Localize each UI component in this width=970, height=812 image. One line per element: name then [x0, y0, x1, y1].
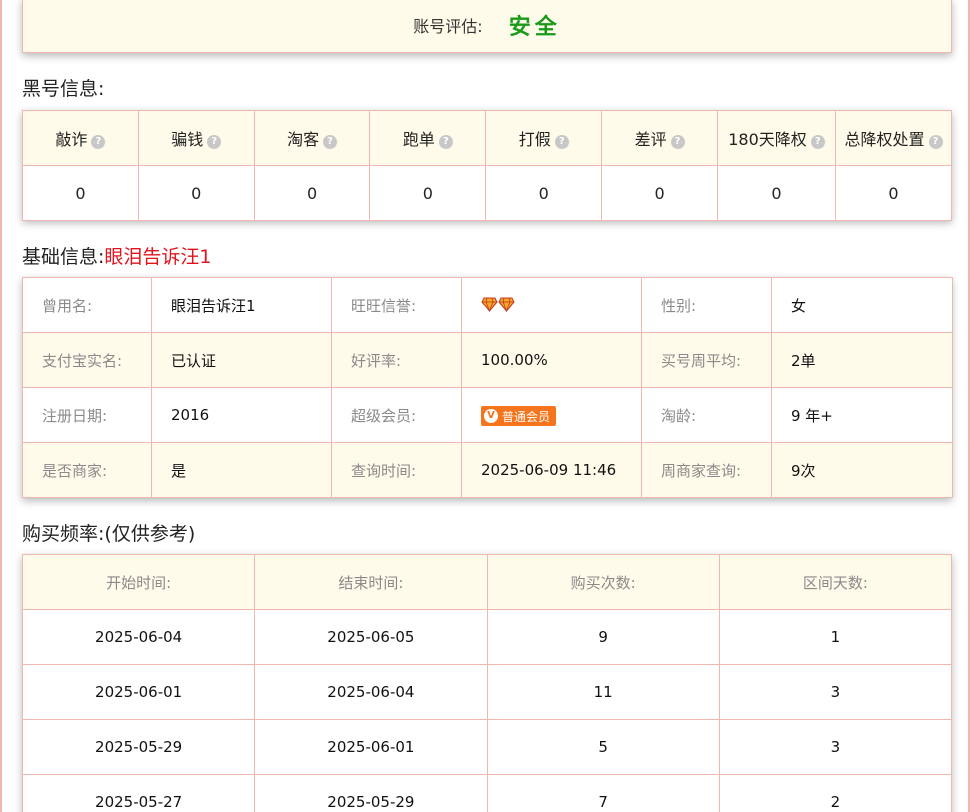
- info-label: 好评率:: [331, 332, 462, 388]
- table-cell: 2025-06-01: [21, 664, 256, 720]
- table-cell: 1: [718, 609, 953, 665]
- info-value: 已认证: [151, 332, 332, 388]
- black-header-cell: 总降权处置?: [835, 110, 952, 166]
- black-header-cell: 跑单?: [369, 110, 487, 166]
- black-header-cell: 180天降权?: [717, 110, 836, 166]
- table-cell: 2025-06-05: [254, 609, 488, 665]
- info-value: 2016: [151, 387, 332, 443]
- frequency-header-cell: 结束时间:: [254, 554, 488, 610]
- basic-info-row: 支付宝实名: 已认证 好评率: 100.00% 买号周平均: 2单: [22, 332, 953, 388]
- table-cell: 2025-06-04: [21, 609, 256, 665]
- credit-diamonds: [461, 277, 642, 333]
- info-value: 是: [151, 442, 332, 498]
- black-info-value-row: 0 0 0 0 0 0 0 0: [22, 165, 952, 221]
- info-value: 9次: [771, 442, 953, 498]
- info-value: 2单: [771, 332, 953, 388]
- black-header-cell: 差评?: [601, 110, 718, 166]
- help-icon[interactable]: ?: [323, 135, 338, 149]
- table-row: 2025-05-29 2025-06-01 5 3: [21, 719, 953, 775]
- diamond-icon: [498, 297, 515, 312]
- black-info-table: 敲诈? 骗钱? 淘客? 跑单? 打假? 差评? 180天降权? 总降权处置? 0…: [22, 110, 952, 221]
- info-label: 查询时间:: [331, 442, 462, 498]
- info-label: 超级会员:: [331, 387, 462, 443]
- black-header-cell: 淘客?: [253, 110, 371, 166]
- black-value-cell: 0: [137, 165, 255, 221]
- basic-info-table: 曾用名: 眼泪告诉汪1 旺旺信誉: 性别: 女 支付宝实名: 已认证 好评率: …: [22, 277, 953, 498]
- info-label: 淘龄:: [641, 387, 772, 443]
- table-cell: 2025-06-04: [254, 664, 488, 720]
- black-value-cell: 0: [485, 165, 603, 221]
- vip-badge: V 普通会员: [481, 406, 557, 426]
- black-value-cell: 0: [253, 165, 371, 221]
- table-cell: 2025-05-29: [21, 719, 256, 775]
- info-label: 注册日期:: [22, 387, 152, 443]
- help-icon[interactable]: ?: [810, 135, 825, 149]
- help-icon[interactable]: ?: [207, 135, 222, 149]
- black-info-header-row: 敲诈? 骗钱? 淘客? 跑单? 打假? 差评? 180天降权? 总降权处置?: [22, 110, 952, 166]
- info-label: 支付宝实名:: [22, 332, 152, 388]
- left-border-rule: [0, 0, 2, 812]
- basic-info-row: 曾用名: 眼泪告诉汪1 旺旺信誉: 性别: 女: [22, 277, 953, 333]
- info-label: 是否商家:: [22, 442, 152, 498]
- black-value-cell: 0: [717, 165, 836, 221]
- info-label: 买号周平均:: [641, 332, 772, 388]
- frequency-header-cell: 开始时间:: [21, 554, 256, 610]
- frequency-header-cell: 购买次数:: [486, 554, 720, 610]
- table-row: 2025-06-04 2025-06-05 9 1: [21, 609, 953, 665]
- black-value-cell: 0: [601, 165, 718, 221]
- info-label: 曾用名:: [22, 277, 152, 333]
- help-icon[interactable]: ?: [554, 135, 569, 149]
- black-value-cell: 0: [22, 165, 139, 221]
- help-icon[interactable]: ?: [670, 135, 685, 149]
- table-cell: 2025-05-27: [21, 774, 256, 812]
- table-cell: 5: [486, 719, 720, 775]
- black-header-cell: 敲诈?: [22, 110, 139, 166]
- table-cell: 11: [486, 664, 720, 720]
- info-value: 女: [771, 277, 953, 333]
- basic-info-row: 注册日期: 2016 超级会员: V 普通会员 淘龄: 9 年+: [22, 387, 953, 443]
- info-label: 旺旺信誉:: [331, 277, 462, 333]
- table-cell: 3: [718, 719, 953, 775]
- assessment-label: 账号评估:: [413, 17, 483, 36]
- diamond-icon: [481, 297, 498, 312]
- vip-cell: V 普通会员: [461, 387, 642, 443]
- black-header-cell: 骗钱?: [137, 110, 255, 166]
- info-label: 周商家查询:: [641, 442, 772, 498]
- info-value: 100.00%: [461, 332, 642, 388]
- info-value: 9 年+: [771, 387, 953, 443]
- table-cell: 7: [486, 774, 720, 812]
- black-header-cell: 打假?: [485, 110, 603, 166]
- table-cell: 2025-05-29: [254, 774, 488, 812]
- help-icon[interactable]: ?: [928, 135, 943, 149]
- table-cell: 2: [718, 774, 953, 812]
- info-value: 2025-06-09 11:46: [461, 442, 642, 498]
- frequency-header-row: 开始时间: 结束时间: 购买次数: 区间天数:: [21, 554, 953, 610]
- table-cell: 9: [486, 609, 720, 665]
- black-value-cell: 0: [369, 165, 487, 221]
- black-value-cell: 0: [835, 165, 952, 221]
- basic-info-row: 是否商家: 是 查询时间: 2025-06-09 11:46 周商家查询: 9次: [22, 442, 953, 498]
- table-cell: 3: [718, 664, 953, 720]
- info-value: 眼泪告诉汪1: [151, 277, 332, 333]
- purchase-frequency-table: 开始时间: 结束时间: 购买次数: 区间天数: 2025-06-04 2025-…: [21, 554, 953, 812]
- info-label: 性别:: [641, 277, 772, 333]
- black-info-title: 黑号信息:: [22, 78, 105, 100]
- account-assessment-bar: 账号评估: 安全: [22, 0, 952, 53]
- table-cell: 2025-06-01: [254, 719, 488, 775]
- help-icon[interactable]: ?: [91, 135, 106, 149]
- assessment-value: 安全: [508, 15, 561, 40]
- vip-icon: V: [484, 409, 498, 423]
- frequency-header-cell: 区间天数:: [718, 554, 953, 610]
- account-name: 眼泪告诉汪1: [104, 246, 212, 268]
- table-row: 2025-05-27 2025-05-29 7 2: [21, 774, 953, 812]
- table-row: 2025-06-01 2025-06-04 11 3: [21, 664, 953, 720]
- frequency-title: 购买频率:(仅供参考): [22, 523, 196, 545]
- basic-info-title: 基础信息:眼泪告诉汪1: [22, 246, 212, 268]
- help-icon[interactable]: ?: [438, 135, 453, 149]
